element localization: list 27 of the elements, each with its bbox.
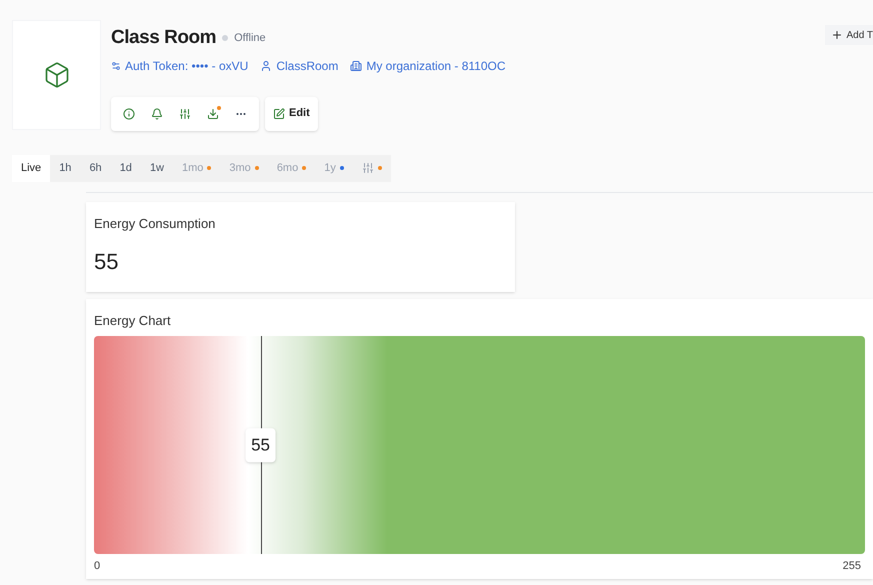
widget-title: Energy Chart xyxy=(94,312,172,330)
gauge-min-label: 0 xyxy=(94,559,100,574)
edit-button[interactable]: Edit xyxy=(265,96,318,130)
time-range-tab[interactable]: 6h xyxy=(80,154,111,182)
gauge-value-label: 55 xyxy=(245,428,276,462)
download-icon[interactable] xyxy=(207,108,219,120)
user-icon xyxy=(260,60,272,72)
status-label: Offline xyxy=(234,31,266,46)
time-range-tab[interactable]: 1w xyxy=(140,154,173,182)
edit-icon xyxy=(273,108,285,120)
building-icon xyxy=(350,60,362,72)
gauge-max-label: 255 xyxy=(842,559,861,574)
time-range-tab[interactable]: 1d xyxy=(110,154,141,182)
device-title: Class Room xyxy=(111,26,216,50)
info-icon[interactable] xyxy=(123,108,135,120)
bell-icon[interactable] xyxy=(151,108,163,120)
organization-link[interactable]: My organization - 8110OC xyxy=(350,56,506,74)
time-range-tab[interactable]: Live xyxy=(12,154,50,182)
add-button[interactable]: Add T xyxy=(824,25,873,45)
time-range-tab[interactable]: 1h xyxy=(50,154,80,182)
customer-link[interactable]: ClassRoom xyxy=(260,56,338,74)
widget-title: Energy Consumption xyxy=(94,214,216,233)
filter-icon xyxy=(362,162,374,174)
widget-value: 55 xyxy=(94,248,120,276)
cube-icon xyxy=(42,61,70,89)
auth-token-link[interactable]: Auth Token: •••• - oxVU xyxy=(111,56,248,74)
plus-icon xyxy=(830,29,842,41)
